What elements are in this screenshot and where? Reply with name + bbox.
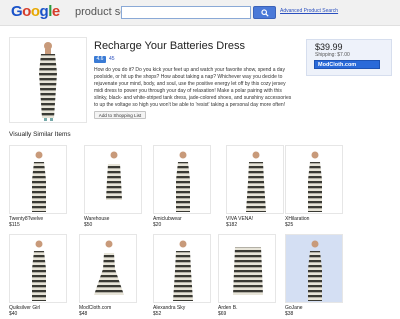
rating-badge: 4.6 — [94, 56, 106, 63]
similar-item-price: $115 — [9, 222, 20, 228]
search-icon — [261, 9, 269, 17]
product-image[interactable] — [9, 37, 87, 123]
search-input[interactable] — [121, 6, 251, 19]
similar-item-image[interactable] — [9, 145, 67, 214]
similar-item-price: $182 — [226, 222, 238, 228]
similar-item-price: $25 — [285, 222, 294, 228]
product-description: How do you do it? Do you kick your feet … — [94, 67, 292, 108]
advanced-search-link[interactable]: Advanced Product Search — [280, 8, 338, 14]
product-price: $39.99 — [315, 42, 343, 52]
similar-item-price: $48 — [79, 311, 88, 317]
similar-item-image[interactable] — [84, 145, 142, 214]
rating-count-link[interactable]: 45 — [109, 56, 115, 62]
similar-item-image[interactable] — [9, 234, 67, 303]
similar-item-image[interactable] — [285, 234, 343, 303]
product-title: Recharge Your Batteries Dress — [94, 40, 246, 52]
similar-item-price: $50 — [84, 222, 93, 228]
search-button[interactable] — [253, 6, 276, 19]
similar-item-image[interactable] — [218, 234, 276, 303]
similar-item-image[interactable] — [285, 145, 343, 214]
similar-item-price: $38 — [285, 311, 294, 317]
similar-item-price: $52 — [153, 311, 162, 317]
top-bar: Google product search Advanced Product S… — [0, 0, 400, 26]
similar-item-image[interactable] — [153, 145, 211, 214]
store-button[interactable]: ModCloth.com — [314, 60, 380, 69]
google-logo[interactable]: Google — [11, 3, 60, 20]
similar-item-price: $20 — [153, 222, 162, 228]
similar-item-price: $40 — [9, 311, 18, 317]
similar-item-image[interactable] — [226, 145, 284, 214]
add-to-shopping-list-button[interactable]: Add to Shopping List — [94, 111, 146, 119]
similar-items-heading: Visually Similar Items — [9, 131, 71, 138]
similar-item-image[interactable] — [153, 234, 211, 303]
similar-item-image[interactable] — [79, 234, 137, 303]
similar-item-price: $69 — [218, 311, 227, 317]
shipping-cost: Shipping: $7.00 — [315, 52, 350, 58]
